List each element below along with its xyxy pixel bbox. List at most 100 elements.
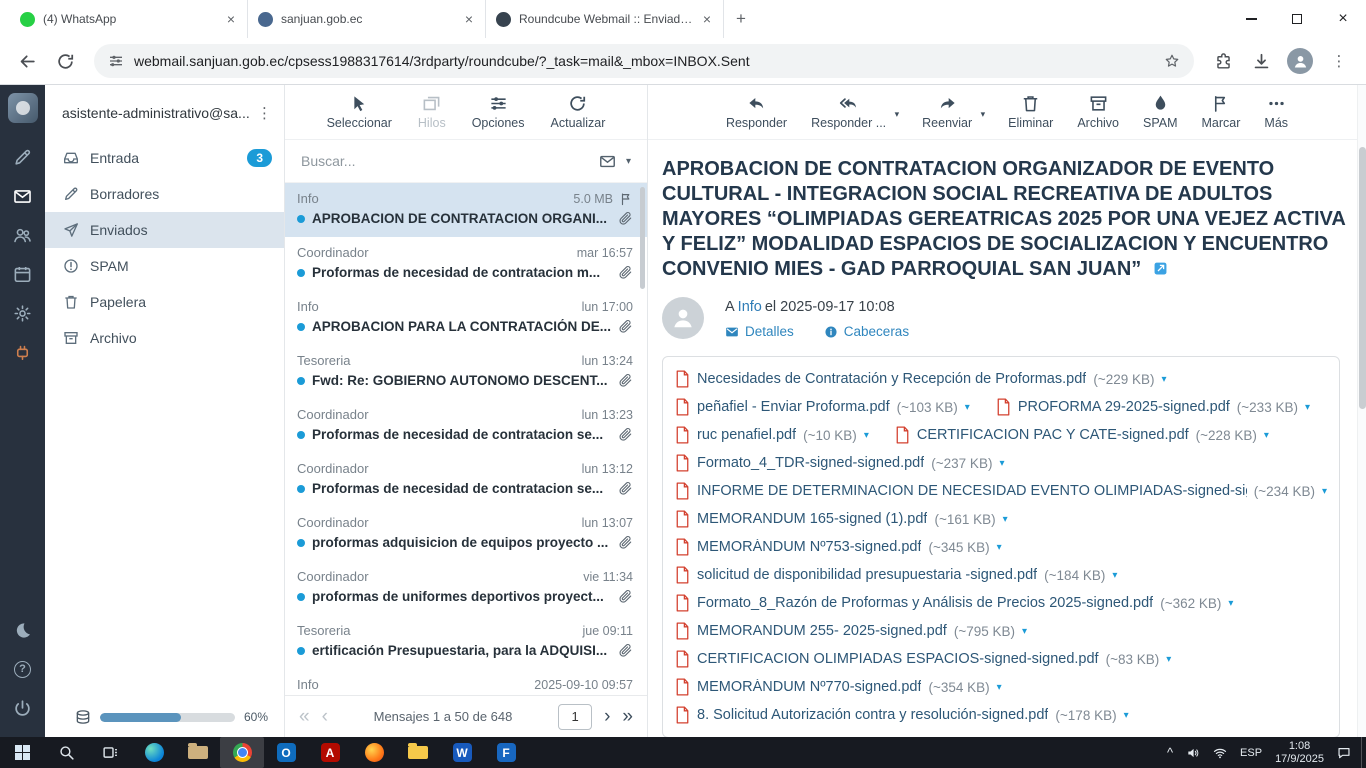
tab-close-icon[interactable]: × [225,11,237,27]
message-row[interactable]: Tesorerialun 13:24 Fwd: Re: GOBIERNO AUT… [285,345,647,399]
browser-profile-avatar[interactable] [1287,48,1313,74]
attachment-item[interactable]: PROFORMA 29-2025-signed.pdf(~233 KB)▾ [996,393,1310,421]
message-row[interactable]: Coordinadorlun 13:07 proformas adquisici… [285,507,647,561]
attachment-name[interactable]: CERTIFICACION PAC Y CATE-signed.pdf [917,427,1189,443]
reload-button[interactable] [48,44,82,78]
attachment-menu-caret-icon[interactable]: ▾ [1305,402,1310,413]
threads-button[interactable]: Hilos [418,94,446,130]
folder-entrada[interactable]: Entrada 3 [45,140,284,176]
address-bar[interactable]: webmail.sanjuan.gob.ec/cpsess1988317614/… [94,44,1194,78]
attachment-menu-caret-icon[interactable]: ▾ [965,402,970,413]
new-tab-button[interactable]: + [736,9,746,29]
attachment-item[interactable]: ruc penafiel.pdf(~10 KB)▾ [675,421,869,449]
chrome-icon[interactable] [220,737,264,768]
folder-enviados[interactable]: Enviados [45,212,284,248]
calendar-nav-icon[interactable] [0,257,45,291]
attachment-name[interactable]: MEMORÁNDUM Nº770-signed.pdf [697,679,921,695]
addon-nav-icon[interactable] [0,335,45,369]
browser-menu-icon[interactable]: ⋮ [1322,44,1356,78]
site-info-icon[interactable] [108,53,124,69]
extensions-icon[interactable] [1206,44,1240,78]
compose-button[interactable] [0,140,45,174]
attachment-menu-caret-icon[interactable]: ▾ [1003,514,1008,525]
search-scope-envelope-icon[interactable] [599,153,616,170]
attachment-name[interactable]: Necesidades de Contratación y Recepción … [697,371,1086,387]
attachment-name[interactable]: PROFORMA 29-2025-signed.pdf [1018,399,1230,415]
more-button[interactable]: Más [1264,94,1288,130]
acrobat-icon[interactable]: A [308,737,352,768]
attachment-item[interactable]: Necesidades de Contratación y Recepción … [675,365,1167,393]
attachment-name[interactable]: Formato_4_TDR-signed-signed.pdf [697,455,924,471]
tab-close-icon[interactable]: × [701,11,713,27]
reply-all-caret-icon[interactable]: ▾ [895,109,900,120]
folder-options-icon[interactable]: ⋮ [257,104,272,122]
settings-nav-icon[interactable] [0,296,45,330]
start-button[interactable] [0,737,44,768]
forward-button[interactable]: Reenviar ▾ [922,94,972,130]
window-minimize-button[interactable] [1228,0,1274,38]
headers-link[interactable]: Cabeceras [824,324,909,339]
scrollbar-thumb[interactable] [1359,147,1366,409]
attachment-name[interactable]: peñafiel - Enviar Proforma.pdf [697,399,890,415]
attachment-menu-caret-icon[interactable]: ▾ [997,682,1002,693]
message-row[interactable]: Coordinadorlun 13:23 Proformas de necesi… [285,399,647,453]
attachment-name[interactable]: MEMORÁNDUM Nº753-signed.pdf [697,539,921,555]
message-scrollbar[interactable] [1357,85,1366,737]
attachment-name[interactable]: Formato_8_Razón de Proformas y Análisis … [697,595,1153,611]
attachment-menu-caret-icon[interactable]: ▾ [1161,374,1166,385]
spam-button[interactable]: SPAM [1143,94,1178,130]
attachment-item[interactable]: INFORME DE DETERMINACION DE NECESIDAD EV… [675,477,1327,505]
attachment-menu-caret-icon[interactable]: ▾ [864,430,869,441]
refresh-button[interactable]: Actualizar [551,94,606,130]
attachment-menu-caret-icon[interactable]: ▾ [1112,570,1117,581]
list-scrollbar[interactable] [640,187,645,289]
search-input[interactable] [301,153,589,169]
roundcube-logo[interactable] [8,93,38,123]
edge-icon[interactable] [132,737,176,768]
attachment-item[interactable]: peñafiel - Enviar Proforma.pdf(~103 KB)▾ [675,393,970,421]
window-close-button[interactable]: × [1320,0,1366,38]
search-options-caret-icon[interactable]: ▾ [626,156,631,167]
network-icon[interactable] [1213,746,1227,760]
mail-nav-icon[interactable] [0,179,45,213]
firefox-icon[interactable] [352,737,396,768]
attachment-item[interactable]: MEMORÁNDUM Nº770-signed.pdf(~354 KB)▾ [675,673,1002,701]
tab-whatsapp[interactable]: (4) WhatsApp × [10,0,248,38]
attachment-name[interactable]: solicitud de disponibilidad presupuestar… [697,567,1037,583]
attachment-menu-caret-icon[interactable]: ▾ [1166,654,1171,665]
attachment-item[interactable]: 8. Solicitud Autorización contra y resol… [675,701,1129,729]
show-desktop-button[interactable] [1361,737,1366,768]
outlook-icon[interactable]: O [264,737,308,768]
attachment-name[interactable]: INFORME DE DETERMINACION DE NECESIDAD EV… [697,483,1247,499]
folder-papelera[interactable]: Papelera [45,284,284,320]
delete-button[interactable]: Eliminar [1008,94,1053,130]
prev-page-button[interactable]: ‹ [322,707,328,726]
attachment-item[interactable]: Formato_8_Razón de Proformas y Análisis … [675,589,1233,617]
message-row[interactable]: Info 5.0 MB APROBACION DE CONTRATACION O… [285,183,647,237]
folder-spam[interactable]: SPAM [45,248,284,284]
back-button[interactable] [10,44,44,78]
details-link[interactable]: Detalles [725,324,794,339]
bookmark-star-icon[interactable] [1164,53,1180,69]
tab-close-icon[interactable]: × [463,11,475,27]
attachment-menu-caret-icon[interactable]: ▾ [1322,486,1327,497]
attachment-item[interactable]: MEMORANDUM 165-signed (1).pdf(~161 KB)▾ [675,505,1008,533]
next-page-button[interactable]: › [604,707,610,726]
attachment-name[interactable]: CERTIFICACION OLIMPIADAS ESPACIOS-signed… [697,651,1099,667]
list-options-button[interactable]: Opciones [472,94,525,130]
open-in-new-window-icon[interactable] [1153,261,1168,276]
select-button[interactable]: Seleccionar [327,94,392,130]
tray-expand-icon[interactable]: ^ [1167,746,1173,759]
downloads-icon[interactable] [1244,44,1278,78]
url-text[interactable]: webmail.sanjuan.gob.ec/cpsess1988317614/… [134,53,1154,69]
attachment-item[interactable]: MEMORANDUM 255- 2025-signed.pdf(~795 KB)… [675,617,1027,645]
message-row[interactable]: Coordinadorlun 13:12 Proformas de necesi… [285,453,647,507]
folder-app-icon[interactable] [176,737,220,768]
word-icon[interactable]: W [440,737,484,768]
message-row[interactable]: Infolun 17:00 APROBACION PARA LA CONTRAT… [285,291,647,345]
attachment-menu-caret-icon[interactable]: ▾ [999,458,1004,469]
help-icon[interactable]: ? [0,652,45,686]
app-f-icon[interactable]: F [484,737,528,768]
message-row[interactable]: Info2025-09-10 09:57 [285,669,647,695]
folder-archivo[interactable]: Archivo [45,320,284,356]
